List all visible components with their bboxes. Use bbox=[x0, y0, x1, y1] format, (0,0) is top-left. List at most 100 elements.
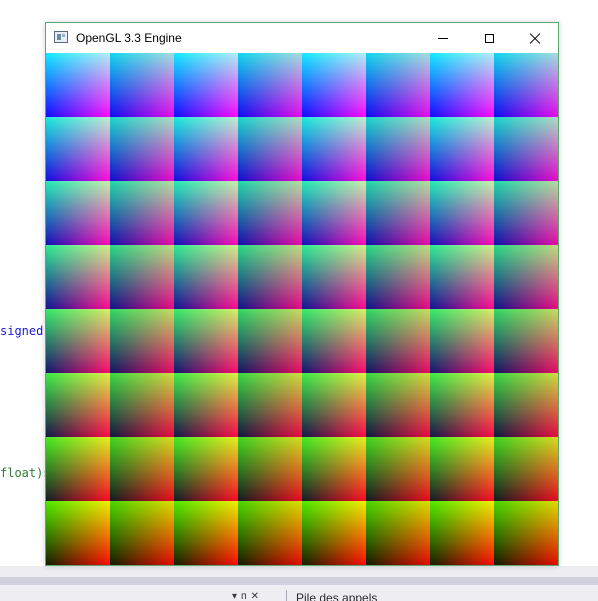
opengl-window: OpenGL 3.3 Engine bbox=[45, 22, 559, 566]
tile-top-gradient bbox=[46, 53, 110, 117]
shader-tile bbox=[366, 53, 430, 117]
tile-top-gradient bbox=[110, 117, 174, 181]
tile-top-gradient bbox=[110, 245, 174, 309]
tile-top-gradient bbox=[430, 53, 494, 117]
tile-top-gradient bbox=[46, 117, 110, 181]
tile-top-gradient bbox=[302, 245, 366, 309]
shader-tile bbox=[302, 53, 366, 117]
tile-top-gradient bbox=[302, 53, 366, 117]
shader-tile bbox=[238, 373, 302, 437]
tile-top-gradient bbox=[302, 181, 366, 245]
shader-tile bbox=[174, 117, 238, 181]
tile-top-gradient bbox=[110, 181, 174, 245]
tile-top-gradient bbox=[174, 501, 238, 565]
tile-top-gradient bbox=[302, 309, 366, 373]
tile-top-gradient bbox=[494, 501, 558, 565]
shader-tile bbox=[302, 501, 366, 565]
tile-top-gradient bbox=[430, 117, 494, 181]
window-title: OpenGL 3.3 Engine bbox=[76, 31, 182, 45]
window-titlebar[interactable]: OpenGL 3.3 Engine bbox=[46, 23, 558, 53]
shader-tile bbox=[302, 245, 366, 309]
shader-tile bbox=[238, 501, 302, 565]
shader-tile bbox=[46, 501, 110, 565]
tile-top-gradient bbox=[494, 53, 558, 117]
shader-tile bbox=[430, 245, 494, 309]
tile-top-gradient bbox=[46, 309, 110, 373]
tile-top-gradient bbox=[238, 181, 302, 245]
shader-tile bbox=[174, 53, 238, 117]
minimize-icon bbox=[438, 37, 448, 39]
shader-tile bbox=[494, 53, 558, 117]
ide-bottom-panel: ▾ ᴨ ✕ Pile des appels bbox=[0, 566, 598, 601]
tile-top-gradient bbox=[366, 117, 430, 181]
tile-top-gradient bbox=[238, 437, 302, 501]
tile-top-gradient bbox=[110, 373, 174, 437]
maximize-icon bbox=[484, 33, 494, 43]
tile-top-gradient bbox=[430, 437, 494, 501]
shader-tile bbox=[174, 181, 238, 245]
shader-tile bbox=[110, 309, 174, 373]
shader-tile bbox=[174, 373, 238, 437]
tile-top-gradient bbox=[174, 309, 238, 373]
tile-top-gradient bbox=[494, 181, 558, 245]
tile-top-gradient bbox=[238, 53, 302, 117]
shader-tile bbox=[110, 245, 174, 309]
code-fragment-float-cast: float)s bbox=[0, 466, 51, 480]
tile-top-gradient bbox=[238, 373, 302, 437]
shader-tile bbox=[174, 245, 238, 309]
shader-tile bbox=[366, 373, 430, 437]
tile-top-gradient bbox=[46, 437, 110, 501]
shader-tile bbox=[174, 309, 238, 373]
shader-tile bbox=[430, 309, 494, 373]
tile-top-gradient bbox=[430, 245, 494, 309]
shader-tile bbox=[494, 309, 558, 373]
shader-tile bbox=[494, 437, 558, 501]
tile-top-gradient bbox=[46, 181, 110, 245]
shader-tile bbox=[494, 181, 558, 245]
tile-top-gradient bbox=[494, 117, 558, 181]
shader-tile bbox=[46, 181, 110, 245]
pin-icon[interactable]: ᴨ bbox=[241, 592, 247, 601]
tile-top-gradient bbox=[366, 501, 430, 565]
shader-tile bbox=[46, 245, 110, 309]
tile-top-gradient bbox=[302, 117, 366, 181]
shader-tile bbox=[494, 373, 558, 437]
tile-top-gradient bbox=[238, 501, 302, 565]
render-viewport[interactable] bbox=[46, 53, 558, 565]
shader-tile bbox=[46, 373, 110, 437]
tile-top-gradient bbox=[494, 373, 558, 437]
tab-call-stack[interactable]: Pile des appels bbox=[296, 592, 377, 601]
panel-separator bbox=[0, 577, 598, 585]
shader-tile bbox=[494, 117, 558, 181]
shader-tile bbox=[366, 309, 430, 373]
shader-tile bbox=[366, 245, 430, 309]
shader-tile bbox=[366, 117, 430, 181]
dropdown-icon[interactable]: ▾ bbox=[232, 592, 237, 601]
tile-top-gradient bbox=[238, 117, 302, 181]
maximize-button[interactable] bbox=[466, 23, 512, 53]
shader-tile bbox=[110, 437, 174, 501]
close-panel-icon[interactable]: ✕ bbox=[251, 592, 259, 601]
shader-tile bbox=[430, 53, 494, 117]
shader-tile bbox=[430, 373, 494, 437]
close-button[interactable] bbox=[512, 23, 558, 53]
app-icon bbox=[54, 31, 68, 43]
minimize-button[interactable] bbox=[420, 23, 466, 53]
shader-tile bbox=[174, 501, 238, 565]
panel-toolbar: ▾ ᴨ ✕ bbox=[232, 592, 259, 601]
shader-tile bbox=[494, 245, 558, 309]
tile-top-gradient bbox=[110, 437, 174, 501]
shader-tile bbox=[238, 181, 302, 245]
shader-tile bbox=[430, 501, 494, 565]
shader-tile bbox=[174, 437, 238, 501]
shader-tile bbox=[110, 117, 174, 181]
shader-tile bbox=[46, 117, 110, 181]
tile-top-gradient bbox=[366, 245, 430, 309]
shader-tile bbox=[302, 117, 366, 181]
tile-top-gradient bbox=[494, 309, 558, 373]
tile-top-gradient bbox=[174, 53, 238, 117]
tile-top-gradient bbox=[174, 181, 238, 245]
shader-tile bbox=[302, 309, 366, 373]
tile-top-gradient bbox=[110, 501, 174, 565]
shader-tile bbox=[238, 53, 302, 117]
